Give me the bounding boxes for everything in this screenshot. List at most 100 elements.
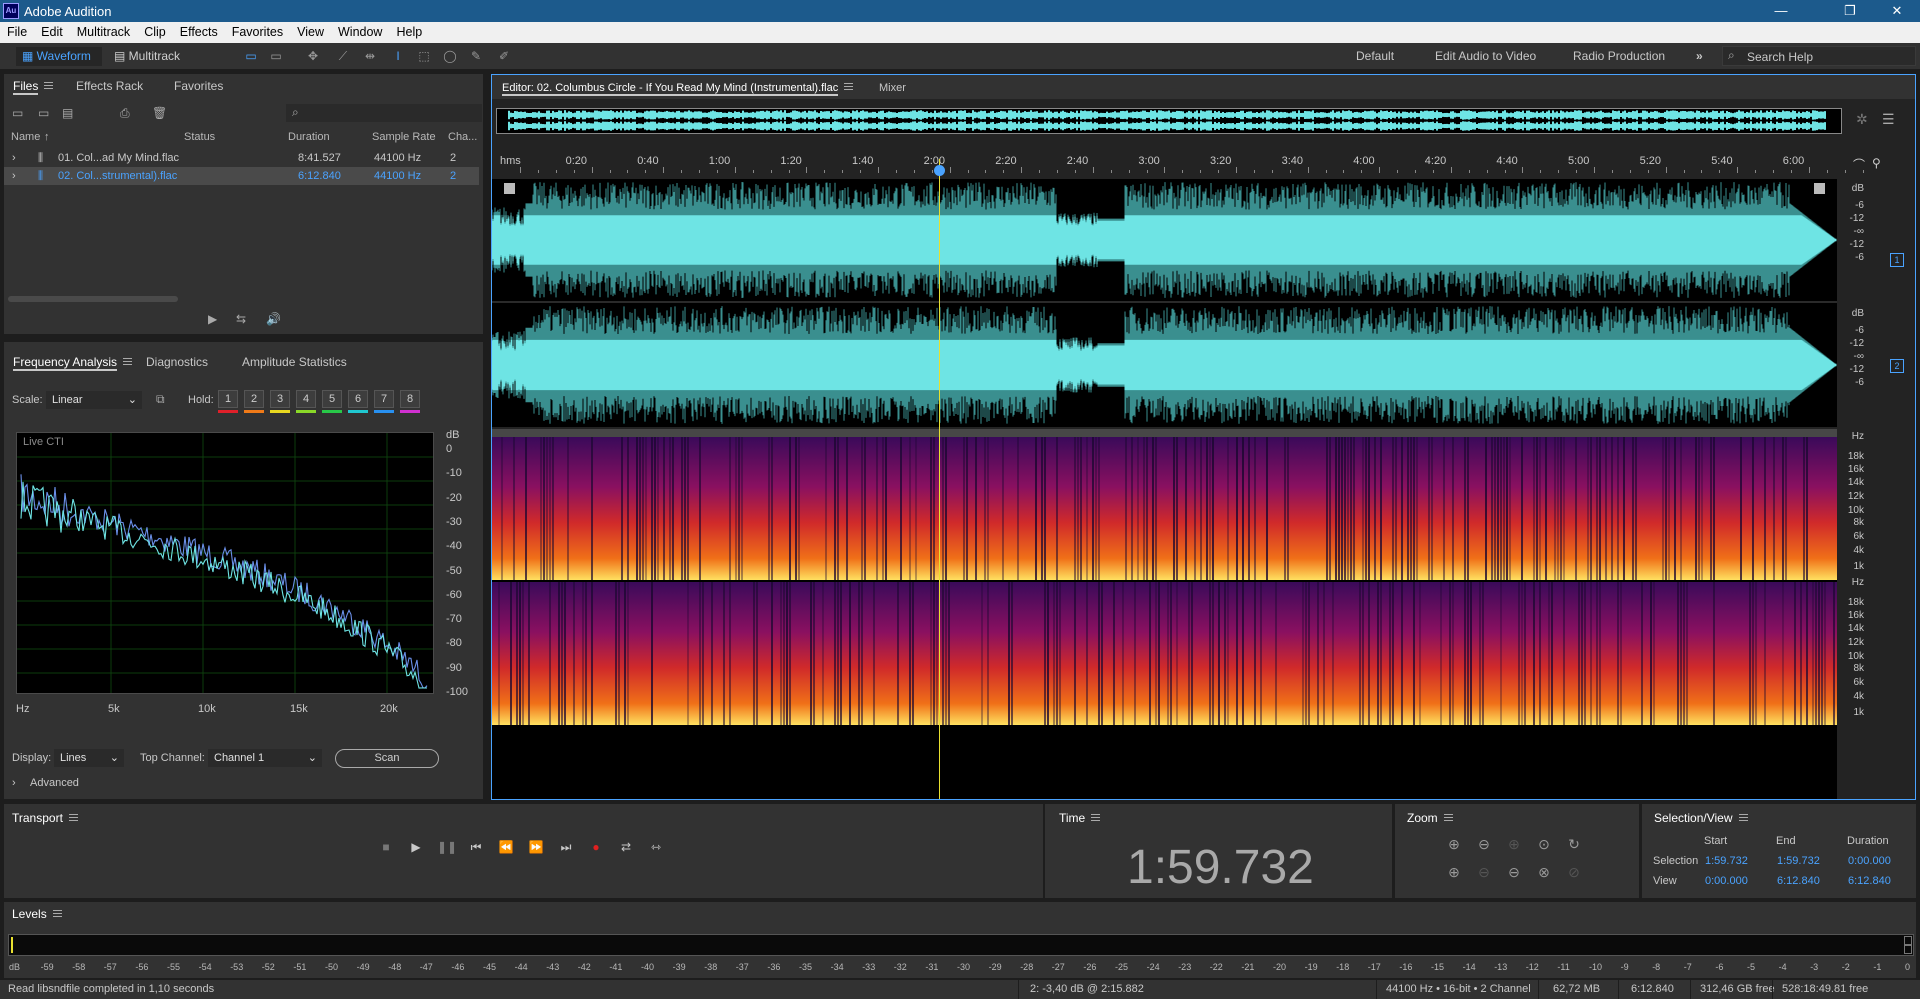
hold-button-4[interactable]: 4 (296, 390, 316, 408)
time-selection-tool-icon[interactable]: I (390, 49, 406, 63)
search-help-input[interactable]: Search Help (1722, 46, 1916, 66)
ruler-tick (913, 170, 915, 173)
panel-menu-icon[interactable] (44, 82, 54, 89)
menu-window[interactable]: Window (331, 22, 389, 43)
tab-editor[interactable]: Editor: 02. Columbus Circle - If You Rea… (502, 80, 854, 96)
spot-healing-tool-icon[interactable]: ✐ (496, 49, 512, 63)
col-status[interactable]: Status (184, 131, 215, 143)
snap-icon[interactable]: ⌒ (1853, 156, 1865, 173)
file-name: 01. Col...ad My Mind.flac (58, 152, 180, 164)
move-tool-icon[interactable]: ✥ (305, 49, 321, 63)
menu-clip[interactable]: Clip (137, 22, 173, 43)
insert-multitrack-icon[interactable]: ⎙ (120, 106, 130, 121)
overview-navigator[interactable] (496, 108, 1842, 134)
files-search-input[interactable]: ⌕ (286, 104, 482, 122)
col-sample-rate[interactable]: Sample Rate (372, 131, 436, 143)
spectral-display-icon[interactable]: ▭ (243, 49, 259, 63)
marker-icon[interactable]: ⚲ (1872, 156, 1881, 170)
tab-diagnostics[interactable]: Diagnostics (146, 354, 208, 370)
open-file-icon[interactable]: ▭ (12, 106, 23, 120)
ruler-tick (1218, 170, 1220, 173)
brush-tool-icon[interactable]: ✎ (468, 49, 484, 63)
hold-button-3[interactable]: 3 (270, 390, 290, 408)
horizontal-scrollbar[interactable] (8, 296, 178, 302)
db-tick-label: -20 (446, 491, 462, 504)
display-select[interactable]: Lines ⌄ (54, 749, 124, 767)
hold-button-5[interactable]: 5 (322, 390, 342, 408)
razor-tool-icon[interactable]: ⟋ (335, 49, 351, 63)
file-channels: 2 (450, 152, 457, 164)
panel-menu-icon[interactable] (123, 358, 133, 365)
db-tick-label: -50 (446, 564, 462, 577)
workspace-edit-audio-to-video[interactable]: Edit Audio to Video (1435, 47, 1536, 66)
time-ruler[interactable]: hms 0:20 0:40 1:00 1:20 1:40 2:00 2:20 2:40 3:00 3… (492, 155, 1864, 173)
menu-help[interactable]: Help (389, 22, 429, 43)
ruler-tick (1719, 170, 1721, 173)
ruler-tick (1773, 170, 1774, 173)
workspace-default[interactable]: Default (1356, 47, 1394, 66)
new-file-icon[interactable]: ▤ (62, 106, 73, 120)
waveform-display[interactable] (492, 179, 1837, 427)
pitch-display-icon[interactable]: ▭ (268, 49, 284, 63)
copy-icon[interactable]: ⧉ (156, 392, 165, 407)
menu-edit[interactable]: Edit (34, 22, 70, 43)
waveform-button[interactable]: ▦ Waveform (16, 47, 102, 66)
ruler-tick (1397, 170, 1399, 173)
slip-tool-icon[interactable]: ⇹ (362, 49, 378, 63)
scan-button[interactable]: Scan (335, 749, 439, 768)
close-button[interactable]: ✕ (1874, 0, 1920, 22)
expand-icon[interactable]: › (12, 149, 16, 167)
expand-icon[interactable]: › (12, 167, 16, 185)
file-row[interactable]: › ⫼ 02. Col...strumental).flac 6:12.840 … (4, 167, 479, 185)
tab-frequency-analysis[interactable]: Frequency Analysis (13, 354, 133, 371)
menu-favorites[interactable]: Favorites (225, 22, 290, 43)
tab-effects-rack[interactable]: Effects Rack (76, 78, 143, 94)
hold-button-7[interactable]: 7 (374, 390, 394, 408)
autoplay-icon[interactable]: 🔊 (266, 312, 281, 326)
multitrack-button[interactable]: ▤ Multitrack (108, 47, 186, 66)
tab-mixer[interactable]: Mixer (879, 80, 906, 96)
hold-button-8[interactable]: 8 (400, 390, 420, 408)
advanced-toggle[interactable]: Advanced (30, 777, 79, 789)
menu-file[interactable]: File (0, 22, 34, 43)
scale-select[interactable]: Linear ⌄ (46, 391, 142, 409)
db-unit-label: dB (446, 429, 460, 441)
file-row[interactable]: › ⫼ 01. Col...ad My Mind.flac 8:41.527 4… (4, 149, 479, 167)
tab-favorites[interactable]: Favorites (174, 78, 223, 94)
db-tick-label: -100 (446, 686, 469, 698)
ruler-tick (555, 170, 557, 173)
multitrack-label: Multitrack (128, 49, 181, 63)
advanced-expand-icon[interactable]: › (12, 777, 16, 789)
lasso-tool-icon[interactable]: ◯ (442, 49, 458, 63)
more-workspaces-icon[interactable]: » (1696, 47, 1703, 66)
tab-amplitude-statistics[interactable]: Amplitude Statistics (242, 354, 347, 370)
import-file-icon[interactable]: ▭ (38, 106, 49, 120)
ruler-tick (1468, 170, 1470, 173)
delete-icon[interactable]: 🗑 (152, 106, 167, 120)
menu-effects[interactable]: Effects (173, 22, 225, 43)
marquee-tool-icon[interactable]: ⬚ (416, 49, 432, 63)
ruler-tick (1432, 170, 1434, 173)
settings-menu-icon[interactable]: ☰ (1882, 111, 1895, 128)
col-duration[interactable]: Duration (288, 131, 330, 143)
hz-tick-label: 20k (380, 703, 398, 715)
hold-button-1[interactable]: 1 (218, 390, 238, 408)
zoom-fit-icon[interactable]: ✲ (1856, 111, 1868, 128)
menu-multitrack[interactable]: Multitrack (70, 22, 137, 43)
hold-button-6[interactable]: 6 (348, 390, 368, 408)
minimize-button[interactable]: — (1758, 0, 1804, 22)
menu-view[interactable]: View (290, 22, 331, 43)
play-preview-icon[interactable]: ▶ (208, 312, 217, 326)
ruler-tick-label: 1:20 (780, 155, 802, 167)
tab-files[interactable]: Files (13, 78, 54, 95)
file-sample-rate: 44100 Hz (374, 152, 422, 164)
col-channels[interactable]: Cha... (448, 131, 477, 143)
panel-menu-icon[interactable] (844, 83, 854, 90)
top-channel-select[interactable]: Channel 1 ⌄ (208, 749, 322, 767)
hold-button-2[interactable]: 2 (244, 390, 264, 408)
maximize-button[interactable]: ❐ (1827, 0, 1873, 22)
col-name[interactable]: Name (11, 131, 40, 143)
loop-preview-icon[interactable]: ⇆ (236, 312, 246, 326)
workspace-radio-production[interactable]: Radio Production (1573, 47, 1665, 66)
ruler-tick (1701, 170, 1703, 173)
